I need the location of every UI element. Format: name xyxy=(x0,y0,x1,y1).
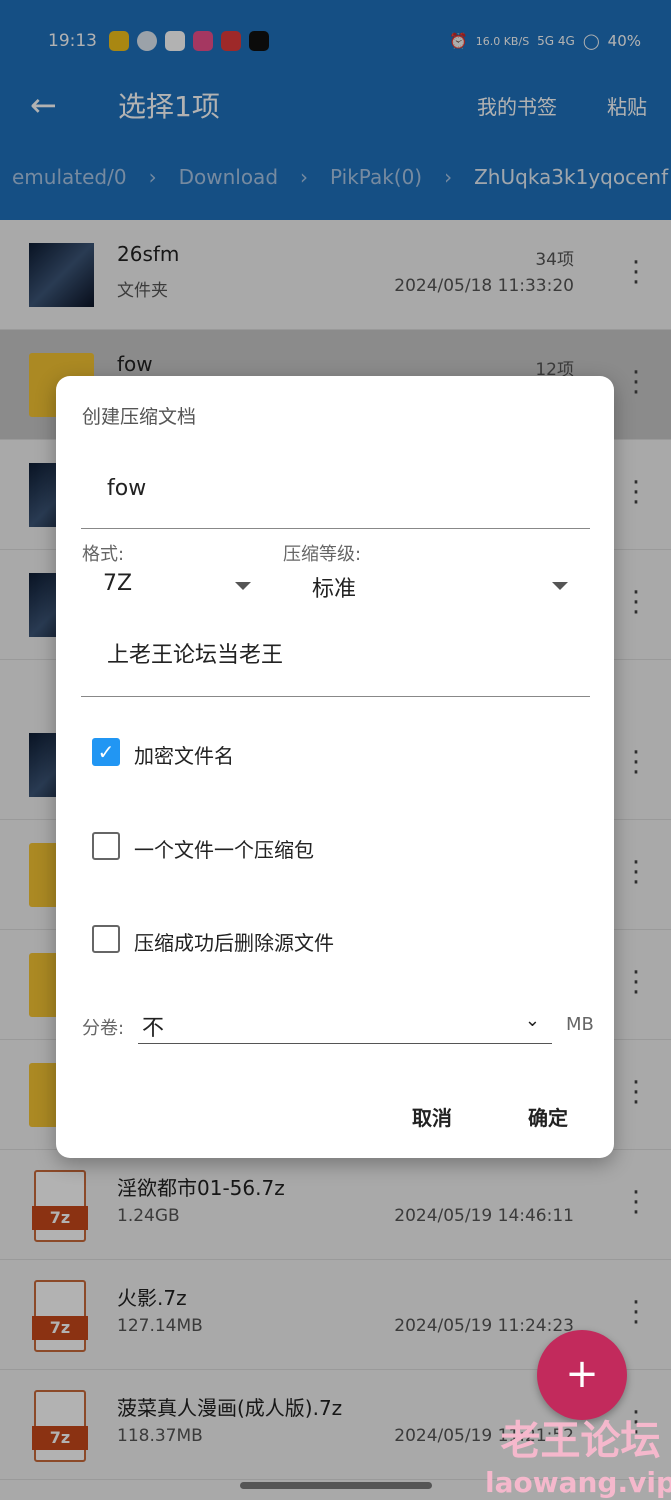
level-value: 标准 xyxy=(312,577,357,602)
password-input[interactable]: 上老王论坛当老王 xyxy=(81,634,590,697)
add-fab-button[interactable]: + xyxy=(537,1330,627,1420)
dropdown-caret-icon xyxy=(552,582,568,590)
cancel-button[interactable]: 取消 xyxy=(412,1102,452,1131)
create-archive-dialog: 创建压缩文档 fow 格式: 压缩等级: 7Z 标准 上老王论坛当老王 ✓ 加密… xyxy=(56,376,614,1158)
split-unit: MB xyxy=(566,1014,594,1035)
format-value: 7Z xyxy=(103,571,133,596)
format-label: 格式: xyxy=(82,544,125,565)
delete-source-label[interactable]: 压缩成功后删除源文件 xyxy=(134,927,334,956)
split-select[interactable]: 不 ⌄ xyxy=(138,1006,552,1044)
one-per-file-checkbox[interactable] xyxy=(92,832,120,860)
watermark: 老王论坛 laowang.vip xyxy=(485,1418,671,1499)
chevron-down-icon: ⌄ xyxy=(524,1010,540,1031)
one-per-file-label[interactable]: 一个文件一个压缩包 xyxy=(134,834,314,863)
dropdown-caret-icon xyxy=(235,582,251,590)
encrypt-names-checkbox[interactable]: ✓ xyxy=(92,738,120,766)
archive-name-input[interactable]: fow xyxy=(81,468,590,529)
split-value: 不 xyxy=(142,1016,165,1041)
encrypt-names-label[interactable]: 加密文件名 xyxy=(134,740,234,769)
dialog-title: 创建压缩文档 xyxy=(82,406,197,428)
home-indicator[interactable] xyxy=(240,1482,432,1489)
plus-icon: + xyxy=(565,1351,599,1397)
delete-source-checkbox[interactable] xyxy=(92,925,120,953)
check-icon: ✓ xyxy=(97,740,115,764)
ok-button[interactable]: 确定 xyxy=(528,1102,568,1131)
split-label: 分卷: xyxy=(82,1018,125,1039)
level-label: 压缩等级: xyxy=(283,544,362,565)
